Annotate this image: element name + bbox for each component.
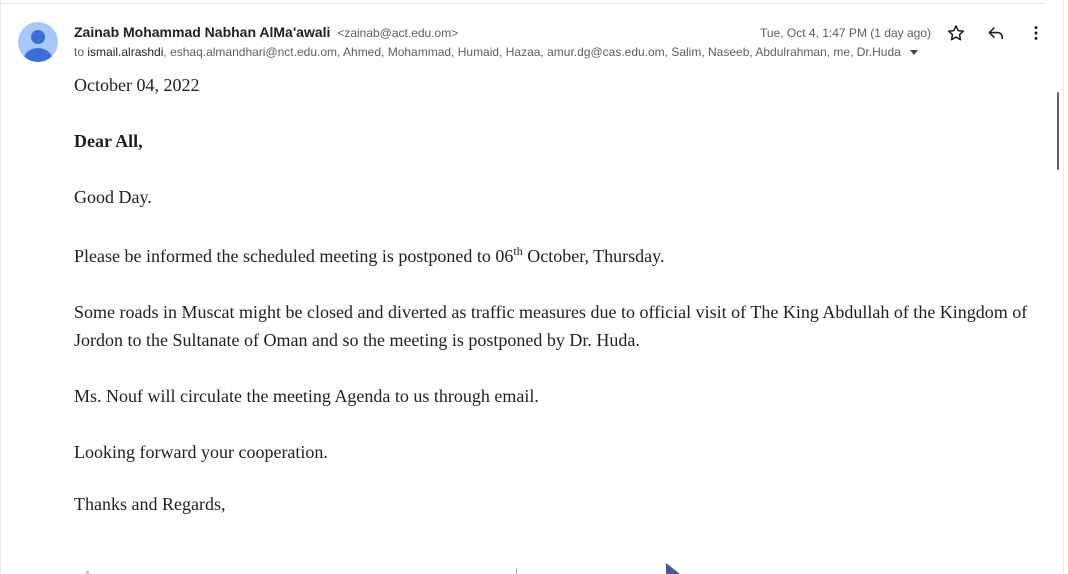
more-options-button[interactable]: [1024, 21, 1048, 45]
recipient-first: ismail.alrashdi: [87, 45, 164, 59]
email-timestamp: Tue, Oct 4, 1:47 PM (1 day ago): [760, 26, 931, 40]
scrollbar-thumb[interactable]: [1057, 92, 1059, 170]
letter-paragraph-agenda: Ms. Nouf will circulate the meeting Agen…: [74, 386, 539, 406]
top-divider: [0, 3, 1046, 4]
ordinal-suffix: th: [513, 244, 523, 258]
recipients-line: to ismail.alrashdi, eshaq.almandhari@nct…: [74, 45, 919, 59]
recipients-dropdown-icon[interactable]: [910, 50, 919, 56]
star-button[interactable]: [944, 21, 968, 45]
sender-email: <zainab@act.edu.om>: [337, 26, 459, 40]
letter-good-day: Good Day.: [74, 187, 152, 207]
signature-divider: [516, 569, 517, 574]
sender-line: Zainab Mohammad Nabhan AlMa'awali <zaina…: [74, 24, 458, 40]
letter-date: October 04, 2022: [74, 75, 200, 95]
sender-name[interactable]: Zainab Mohammad Nabhan AlMa'awali: [74, 24, 330, 40]
letter-paragraph-cooperation: Looking forward your cooperation.: [74, 442, 328, 462]
reply-icon: [988, 27, 1004, 40]
reply-button[interactable]: [984, 21, 1008, 45]
letter-paragraph-postponed: Please be informed the scheduled meeting…: [74, 242, 1054, 270]
sender-avatar[interactable]: [18, 22, 58, 62]
letter-closing: Thanks and Regards,: [74, 494, 226, 514]
more-vert-icon: [1034, 26, 1038, 40]
star-icon: [948, 25, 964, 41]
avatar-head-shape: [31, 30, 45, 44]
paragraph-text-before: Please be informed the scheduled meeting…: [74, 246, 514, 266]
avatar-shoulders-shape: [24, 48, 52, 62]
right-border: [1063, 0, 1064, 574]
left-border: [0, 0, 1, 574]
paragraph-text-after: October, Thursday.: [522, 246, 665, 266]
signature-logo-shape: [666, 563, 680, 574]
to-prefix: to: [74, 45, 85, 59]
recipients-rest: , eshaq.almandhari@nct.edu.om, Ahmed, Mo…: [163, 45, 901, 59]
letter-greeting: Dear All,: [74, 131, 143, 151]
letter-paragraph-roads: Some roads in Muscat might be closed and…: [74, 302, 1028, 350]
